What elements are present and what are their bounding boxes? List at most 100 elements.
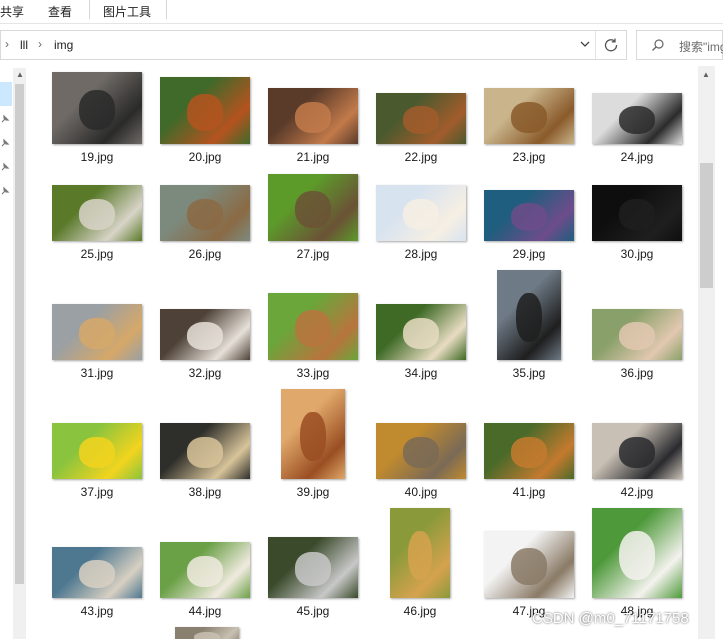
scroll-up-arrow-icon[interactable]: ▲ [16,70,24,79]
tab-picture-tools[interactable]: 图片工具 [103,3,151,20]
thumbnail-subject [187,321,223,350]
search-box[interactable]: 搜索"img" [636,30,723,60]
file-thumbnail[interactable] [592,309,682,360]
file-thumbnail[interactable] [52,423,142,479]
file-thumbnail[interactable] [175,627,239,639]
file-thumbnail[interactable] [160,542,250,598]
file-name-label[interactable]: 30.jpg [587,247,687,261]
file-thumbnail[interactable] [268,537,358,598]
thumbnail-subject [511,202,547,231]
file-name-label[interactable]: 43.jpg [47,604,147,618]
file-name-label[interactable]: 45.jpg [263,604,363,618]
thumbnail-subject [619,530,655,580]
file-thumbnail[interactable] [390,508,450,598]
file-thumbnail[interactable] [497,270,561,360]
file-thumbnail[interactable] [52,304,142,360]
file-thumbnail[interactable] [160,309,250,360]
thumbnail-subject [295,552,331,586]
nav-scrollbar-thumb[interactable] [15,84,24,584]
breadcrumb-folder[interactable]: img [54,38,73,52]
file-thumbnail[interactable] [376,93,466,144]
file-name-label[interactable]: 25.jpg [47,247,147,261]
pin-icon[interactable] [0,186,10,196]
chevron-right-icon[interactable]: › [38,37,42,51]
file-thumbnail[interactable] [592,508,682,598]
thumbnail-subject [79,90,115,130]
file-thumbnail[interactable] [160,77,250,144]
file-name-label[interactable]: 29.jpg [479,247,579,261]
nav-selected-item[interactable] [0,82,12,106]
file-name-label[interactable]: 26.jpg [155,247,255,261]
file-thumbnail[interactable] [160,423,250,479]
file-thumbnail[interactable] [484,531,574,598]
file-thumbnail[interactable] [160,185,250,241]
file-thumbnail[interactable] [268,293,358,360]
file-thumbnail[interactable] [592,423,682,479]
file-name-label[interactable]: 37.jpg [47,485,147,499]
file-thumbnail[interactable] [376,423,466,479]
scroll-up-arrow-icon[interactable]: ▲ [702,70,710,79]
file-name-label[interactable]: 36.jpg [587,366,687,380]
file-name-label[interactable]: 35.jpg [479,366,579,380]
scrollbar-thumb[interactable] [700,163,713,288]
thumbnail-subject [619,321,655,350]
file-thumbnail[interactable] [52,185,142,241]
file-name-label[interactable]: 39.jpg [263,485,363,499]
chevron-right-icon[interactable]: › [5,37,9,51]
file-thumbnail[interactable] [376,304,466,360]
file-name-label[interactable]: 33.jpg [263,366,363,380]
search-placeholder: 搜索"img" [679,40,723,54]
thumbnail-subject [295,102,331,133]
file-name-label[interactable]: 42.jpg [587,485,687,499]
vertical-scrollbar[interactable]: ▲ [698,66,715,639]
thumbnail-subject [619,105,655,134]
file-name-label[interactable]: 32.jpg [155,366,255,380]
thumbnail-subject [187,437,223,468]
file-name-label[interactable]: 38.jpg [155,485,255,499]
file-name-label[interactable]: 19.jpg [47,150,147,164]
address-divider [595,31,596,59]
pin-icon[interactable] [0,114,10,124]
file-name-label[interactable]: 41.jpg [479,485,579,499]
file-name-label[interactable]: 27.jpg [263,247,363,261]
file-thumbnail[interactable] [376,185,466,241]
file-name-label[interactable]: 40.jpg [371,485,471,499]
file-thumbnail[interactable] [484,423,574,479]
ribbon-tabs: 共享 查看 图片工具 [0,0,723,24]
thumbnail-subject [403,199,439,230]
tab-view[interactable]: 查看 [48,3,72,20]
file-thumbnail[interactable] [268,174,358,241]
thumbnail-subject [295,309,331,347]
file-name-label[interactable]: 28.jpg [371,247,471,261]
pin-icon[interactable] [0,162,10,172]
chevron-down-icon[interactable] [578,37,592,51]
file-name-label[interactable]: 23.jpg [479,150,579,164]
nav-scrollbar[interactable]: ▲ [13,68,26,639]
thumbnail-subject [79,437,115,468]
file-name-label[interactable]: 24.jpg [587,150,687,164]
thumbnail-subject [403,437,439,468]
file-thumbnail[interactable] [484,88,574,144]
file-thumbnail[interactable] [52,547,142,598]
file-thumbnail[interactable] [52,72,142,144]
file-name-label[interactable]: 21.jpg [263,150,363,164]
watermark: CSDN @m0_71171758 [532,610,689,627]
file-name-label[interactable]: 20.jpg [155,150,255,164]
file-name-label[interactable]: 44.jpg [155,604,255,618]
pin-icon[interactable] [0,138,10,148]
ribbon-divider [89,0,90,19]
file-thumbnail[interactable] [484,190,574,241]
file-thumbnail[interactable] [281,389,345,479]
file-thumbnail[interactable] [592,185,682,241]
file-thumbnail[interactable] [592,93,682,144]
file-name-label[interactable]: 22.jpg [371,150,471,164]
refresh-icon[interactable] [602,36,620,54]
file-name-label[interactable]: 31.jpg [47,366,147,380]
file-name-label[interactable]: 34.jpg [371,366,471,380]
tab-share[interactable]: 共享 [0,3,24,20]
ribbon-divider [166,0,167,19]
file-thumbnail[interactable] [268,88,358,144]
file-name-label[interactable]: 46.jpg [370,604,470,618]
address-bar[interactable]: › lll › img [0,30,627,60]
breadcrumb-root[interactable]: lll [20,38,28,52]
